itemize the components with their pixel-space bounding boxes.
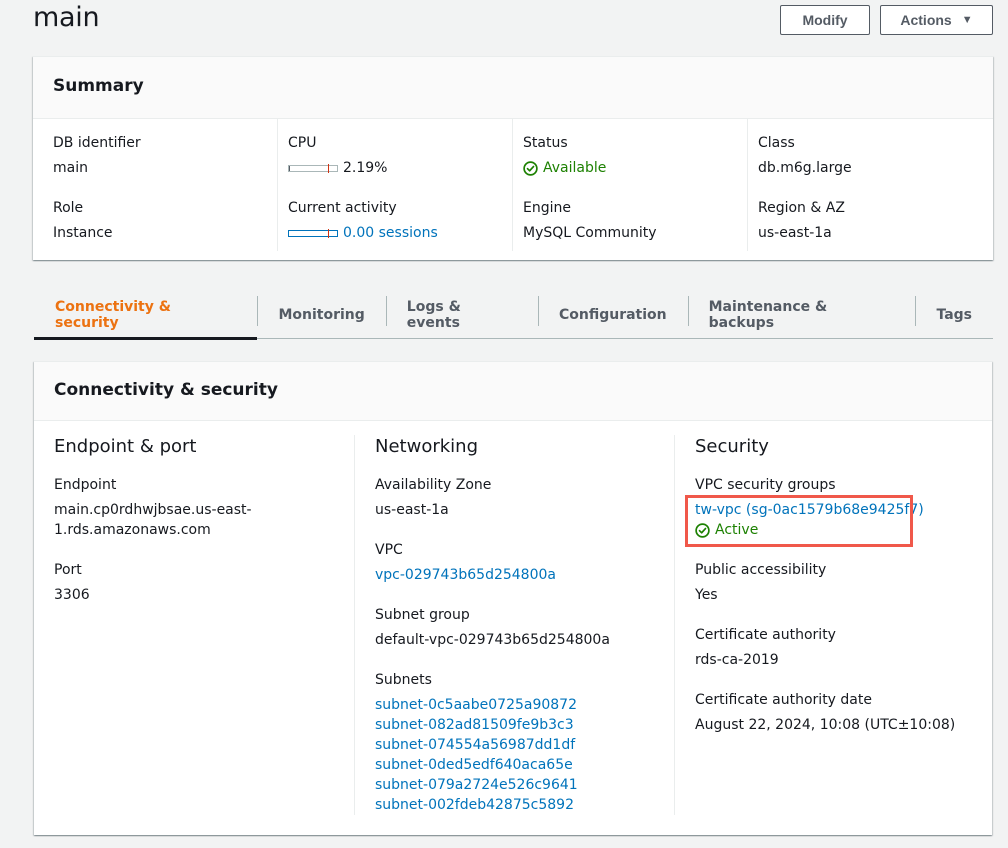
networking-section: Networking Availability Zone us-east-1a …	[354, 435, 674, 815]
page-title: main	[33, 2, 100, 33]
cpu-progress-bar	[288, 163, 338, 173]
actions-dropdown-button[interactable]: Actions ▼	[880, 5, 993, 35]
summary-column-usage: CPU 2.19% Current activity 0.00 sessions	[277, 119, 512, 251]
certificate-authority-value: rds-ca-2019	[695, 652, 779, 668]
cpu-value: 2.19%	[343, 160, 388, 176]
status-value: Available	[543, 160, 607, 176]
region-az-label: Region & AZ	[758, 200, 845, 216]
current-activity-meter[interactable]: 0.00 sessions	[288, 223, 438, 243]
tab-tags[interactable]: Tags	[915, 292, 993, 338]
check-circle-icon	[523, 160, 538, 176]
vpc-link[interactable]: vpc-029743b65d254800a	[375, 565, 556, 585]
region-az-value: us-east-1a	[758, 225, 832, 241]
subnets-label: Subnets	[375, 672, 432, 688]
db-identifier-label: DB identifier	[53, 135, 141, 151]
vpc-security-groups-label: VPC security groups	[695, 477, 836, 493]
security-section: Security VPC security groups tw-vpc (sg-…	[674, 435, 974, 815]
port-value: 3306	[54, 587, 90, 603]
cpu-meter: 2.19%	[288, 158, 387, 178]
cpu-label: CPU	[288, 135, 317, 151]
subnet-link[interactable]: subnet-074554a56987dd1df	[375, 735, 578, 755]
activity-threshold-marker	[328, 228, 329, 238]
class-label: Class	[758, 135, 795, 151]
summary-header: Summary	[33, 57, 993, 119]
summary-column-identity: DB identifier main Role Instance	[53, 119, 277, 251]
vpc-security-group-entry: tw-vpc (sg-0ac1579b68e9425f7) Active	[685, 495, 924, 547]
certificate-authority-date-label: Certificate authority date	[695, 692, 872, 708]
subnets-list: subnet-0c5aabe0725a90872 subnet-082ad815…	[375, 695, 578, 815]
tab-connectivity-security[interactable]: Connectivity & security	[34, 292, 258, 340]
summary-column-class: Class db.m6g.large Region & AZ us-east-1…	[747, 119, 972, 251]
class-value: db.m6g.large	[758, 160, 852, 176]
db-identifier-value: main	[53, 160, 88, 176]
subnet-link[interactable]: subnet-082ad81509fe9b3c3	[375, 715, 578, 735]
endpoint-port-title: Endpoint & port	[54, 436, 197, 457]
role-value: Instance	[53, 225, 113, 241]
endpoint-port-section: Endpoint & port Endpoint main.cp0rdhwjbs…	[34, 435, 354, 815]
modify-button[interactable]: Modify	[780, 5, 870, 35]
tab-logs-events[interactable]: Logs & events	[385, 292, 538, 338]
status-badge: Available	[523, 158, 606, 178]
engine-value: MySQL Community	[523, 225, 657, 241]
subnet-link[interactable]: subnet-079a2724e526c9641	[375, 775, 578, 795]
role-label: Role	[53, 200, 84, 216]
endpoint-value-line1: main.cp0rdhwjbsae.us-east-	[54, 502, 252, 518]
current-activity-link[interactable]: 0.00 sessions	[343, 223, 438, 243]
certificate-authority-date-value: August 22, 2024, 10:08 (UTC±10:08)	[695, 717, 956, 733]
detail-tabs: Connectivity & security Monitoring Logs …	[34, 292, 993, 340]
networking-title: Networking	[375, 436, 478, 457]
actions-label: Actions	[900, 12, 952, 28]
summary-column-status: Status Available Engine MySQL Community	[512, 119, 747, 251]
endpoint-value: main.cp0rdhwjbsae.us-east- 1.rds.amazona…	[54, 500, 252, 540]
availability-zone-value: us-east-1a	[375, 502, 449, 518]
cpu-progress-fill	[289, 165, 291, 171]
tab-maintenance-backups[interactable]: Maintenance & backups	[687, 292, 916, 338]
public-accessibility-label: Public accessibility	[695, 562, 827, 578]
status-label: Status	[523, 135, 568, 151]
subnet-link[interactable]: subnet-002fdeb42875c5892	[375, 795, 578, 815]
subnet-link[interactable]: subnet-0ded5edf640aca65e	[375, 755, 578, 775]
port-label: Port	[54, 562, 82, 578]
highlight-annotation-box	[685, 495, 913, 547]
engine-label: Engine	[523, 200, 571, 216]
connectivity-security-panel: Connectivity & security Endpoint & port …	[34, 361, 992, 835]
subnet-group-value: default-vpc-029743b65d254800a	[375, 632, 610, 648]
tab-monitoring[interactable]: Monitoring	[257, 292, 385, 338]
endpoint-value-line2: 1.rds.amazonaws.com	[54, 522, 211, 538]
current-activity-label: Current activity	[288, 200, 397, 216]
public-accessibility-value: Yes	[695, 587, 718, 603]
subnet-link[interactable]: subnet-0c5aabe0725a90872	[375, 695, 578, 715]
certificate-authority-label: Certificate authority	[695, 627, 836, 643]
security-title: Security	[695, 436, 769, 457]
connectivity-security-header: Connectivity & security	[34, 362, 992, 421]
endpoint-label: Endpoint	[54, 477, 117, 493]
availability-zone-label: Availability Zone	[375, 477, 492, 493]
cpu-threshold-marker	[328, 163, 329, 173]
tab-configuration[interactable]: Configuration	[537, 292, 688, 338]
caret-down-icon: ▼	[961, 14, 973, 26]
summary-panel: Summary DB identifier main Role Instance…	[33, 56, 993, 260]
activity-progress-bar	[288, 228, 338, 238]
subnet-group-label: Subnet group	[375, 607, 470, 623]
vpc-label: VPC	[375, 542, 403, 558]
